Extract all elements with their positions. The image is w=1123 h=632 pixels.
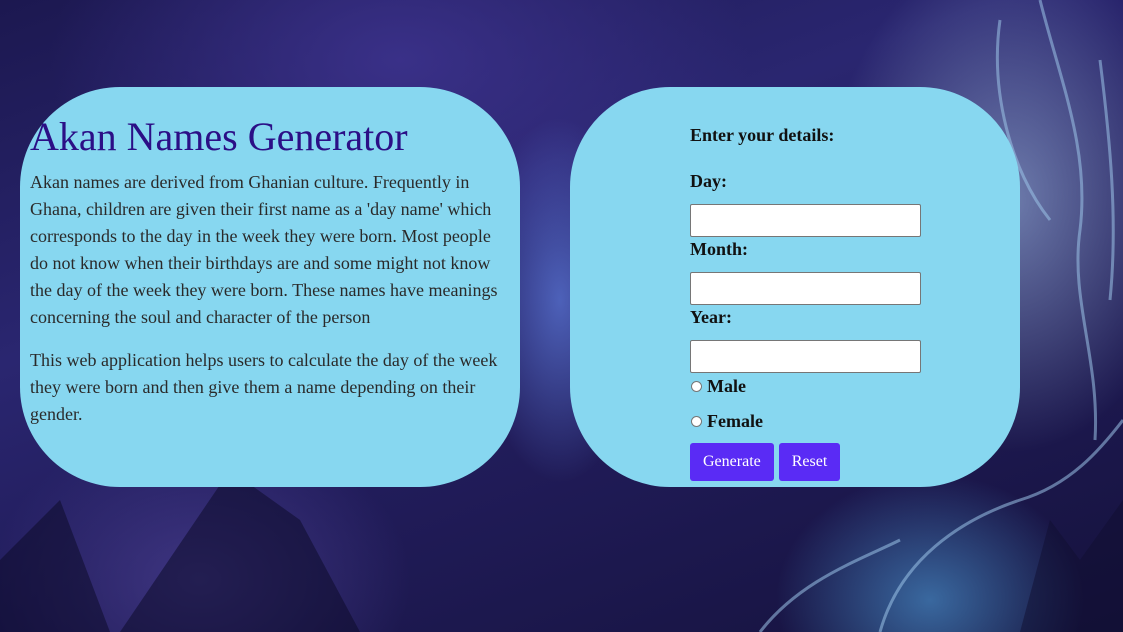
page-title: Akan Names Generator [30, 114, 408, 159]
intro-card: Akan Names Generator Akan names are deri… [20, 87, 520, 487]
form-card: Enter your details: Day: Month: Year: Ma… [570, 87, 1020, 487]
reset-button[interactable]: Reset [778, 443, 841, 481]
day-label: Day: [690, 171, 727, 191]
year-label: Year: [690, 307, 732, 327]
month-input[interactable] [690, 272, 921, 305]
form-buttons: Generate Reset [690, 443, 930, 481]
details-form: Enter your details: Day: Month: Year: Ma… [690, 123, 930, 481]
page-background: { "intro": { "title": "Akan Names Genera… [0, 0, 1123, 632]
male-label: Male [707, 375, 746, 396]
month-label: Month: [690, 239, 748, 259]
generate-button[interactable]: Generate [690, 443, 774, 481]
gender-option-female: Female [690, 409, 930, 433]
female-radio[interactable] [691, 415, 702, 427]
intro-paragraph: This web application helps users to calc… [30, 350, 498, 424]
day-input[interactable] [690, 204, 921, 237]
male-radio[interactable] [691, 380, 702, 392]
gender-option-male: Male [690, 374, 930, 398]
female-label: Female [707, 410, 763, 431]
intro-paragraph: Akan names are derived from Ghanian cult… [30, 172, 498, 327]
year-input[interactable] [690, 340, 921, 373]
form-heading: Enter your details: [690, 125, 835, 145]
